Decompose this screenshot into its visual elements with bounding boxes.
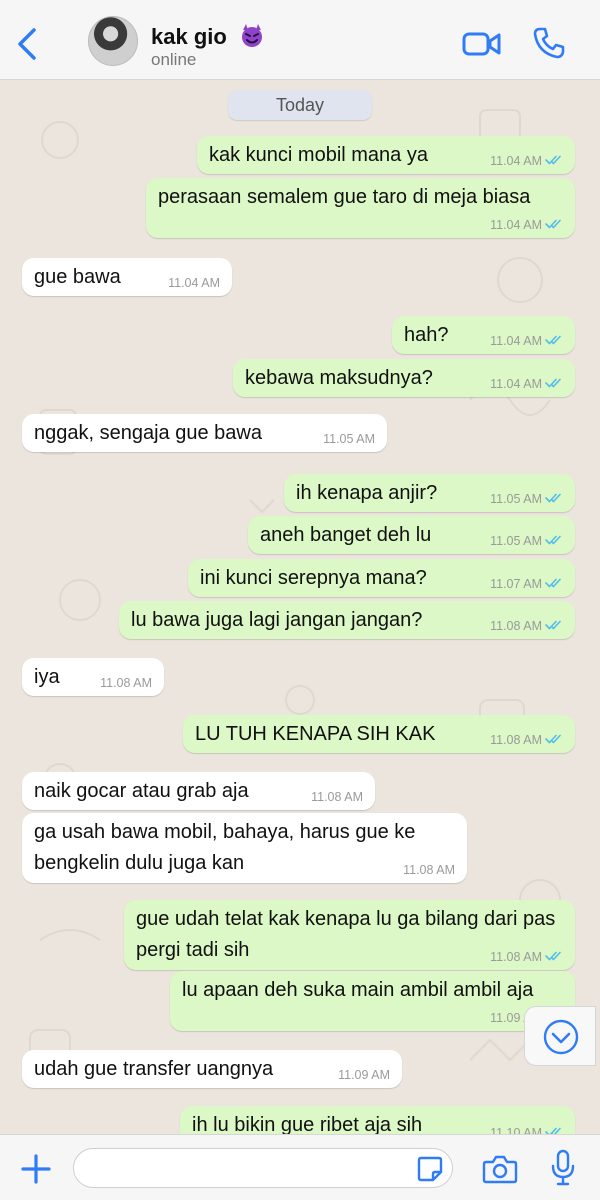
- message-meta: 11.08 AM: [490, 733, 563, 747]
- double-check-icon: [545, 493, 561, 503]
- message-list[interactable]: Today kak kunci mobil mana ya 11.04 AM per…: [0, 80, 600, 1134]
- video-call-icon[interactable]: [462, 30, 502, 58]
- message-time: 11.04 AM: [168, 276, 220, 290]
- message-time: 11.08 AM: [490, 733, 542, 747]
- outgoing-message[interactable]: LU TUH KENAPA SIH KAK 11.08 AM: [183, 715, 575, 753]
- message-time: 11.10 AM: [490, 1126, 542, 1134]
- outgoing-message[interactable]: ih kenapa anjir? 11.05 AM: [284, 474, 575, 512]
- message-time: 11.08 AM: [403, 863, 455, 877]
- phone-icon[interactable]: [532, 26, 566, 60]
- date-separator: Today: [228, 90, 372, 120]
- double-check-icon: [545, 578, 561, 588]
- message-time: 11.04 AM: [490, 377, 542, 391]
- message-time: 11.04 AM: [490, 218, 542, 232]
- contact-name: kak gio: [151, 24, 227, 49]
- devil-emoji-icon: [241, 24, 262, 47]
- message-time: 11.04 AM: [490, 154, 542, 168]
- double-check-icon: [545, 734, 561, 744]
- message-meta: 11.04 AM: [168, 276, 220, 290]
- message-time: 11.05 AM: [490, 534, 542, 548]
- outgoing-message[interactable]: aneh banget deh lu 11.05 AM: [248, 516, 575, 554]
- outgoing-message[interactable]: lu apaan deh suka main ambil ambil aja 11…: [170, 971, 575, 1031]
- message-text: perasaan semalem gue taro di meja biasa: [158, 186, 531, 208]
- outgoing-message[interactable]: kebawa maksudnya? 11.04 AM: [233, 359, 575, 397]
- message-text: kak kunci mobil mana ya: [209, 144, 428, 166]
- message-text: iya: [34, 666, 60, 688]
- message-time: 11.05 AM: [323, 432, 375, 446]
- message-text: LU TUH KENAPA SIH KAK: [195, 723, 436, 745]
- outgoing-message[interactable]: perasaan semalem gue taro di meja biasa 1…: [146, 178, 575, 238]
- message-text: lu apaan deh suka main ambil ambil aja: [182, 979, 534, 1001]
- message-text: ih lu bikin gue ribet aja sih: [192, 1114, 423, 1134]
- contact-name-row[interactable]: kak gio: [151, 22, 265, 50]
- plus-icon[interactable]: [20, 1153, 52, 1185]
- double-check-icon: [545, 1127, 561, 1134]
- back-chevron-icon[interactable]: [14, 26, 42, 62]
- message-text: ini kunci serepnya mana?: [200, 567, 427, 589]
- message-meta: 11.08 AM: [100, 676, 152, 690]
- message-meta: 11.04 AM: [490, 377, 563, 391]
- message-time: 11.09 AM: [338, 1068, 390, 1082]
- outgoing-message[interactable]: lu bawa juga lagi jangan jangan? 11.08 AM: [119, 601, 575, 639]
- double-check-icon: [545, 535, 561, 545]
- message-time: 11.08 AM: [490, 619, 542, 633]
- microphone-icon[interactable]: [550, 1149, 576, 1187]
- chat-header: kak gio online: [0, 0, 600, 80]
- presence-status: online: [151, 50, 197, 69]
- message-time: 11.04 AM: [490, 334, 542, 348]
- message-meta: 11.08 AM: [403, 863, 455, 877]
- incoming-message[interactable]: gue bawa 11.04 AM: [22, 258, 232, 296]
- incoming-message[interactable]: udah gue transfer uangnya 11.09 AM: [22, 1050, 402, 1088]
- message-time: 11.07 AM: [490, 577, 542, 591]
- message-text: lu bawa juga lagi jangan jangan?: [131, 609, 423, 631]
- chevron-down-icon: [543, 1019, 579, 1055]
- avatar[interactable]: [88, 16, 138, 66]
- incoming-message[interactable]: iya 11.08 AM: [22, 658, 164, 696]
- message-meta: 11.09 AM: [338, 1068, 390, 1082]
- message-meta: 11.04 AM: [490, 218, 563, 232]
- message-meta: 11.08 AM: [490, 950, 563, 964]
- double-check-icon: [545, 155, 561, 165]
- message-time: 11.08 AM: [490, 950, 542, 964]
- message-text: ga usah bawa mobil, bahaya, harus gue ke…: [34, 821, 416, 874]
- incoming-message[interactable]: naik gocar atau grab aja 11.08 AM: [22, 772, 375, 810]
- message-text: ih kenapa anjir?: [296, 482, 438, 504]
- outgoing-message[interactable]: hah? 11.04 AM: [392, 316, 575, 354]
- message-text: aneh banget deh lu: [260, 524, 432, 546]
- message-meta: 11.10 AM: [490, 1126, 563, 1134]
- message-meta: 11.07 AM: [490, 577, 563, 591]
- sticker-icon[interactable]: [416, 1155, 444, 1183]
- outgoing-message[interactable]: ini kunci serepnya mana? 11.07 AM: [188, 559, 575, 597]
- message-meta: 11.08 AM: [490, 619, 563, 633]
- camera-icon[interactable]: [482, 1153, 518, 1185]
- message-meta: 11.04 AM: [490, 334, 563, 348]
- double-check-icon: [545, 620, 561, 630]
- outgoing-message[interactable]: ih lu bikin gue ribet aja sih 11.10 AM: [180, 1106, 575, 1134]
- message-meta: 11.08 AM: [311, 790, 363, 804]
- message-time: 11.08 AM: [100, 676, 152, 690]
- double-check-icon: [545, 951, 561, 961]
- message-time: 11.05 AM: [490, 492, 542, 506]
- incoming-message[interactable]: ga usah bawa mobil, bahaya, harus gue ke…: [22, 813, 467, 883]
- message-input[interactable]: [73, 1148, 453, 1188]
- composer-bar: [0, 1134, 600, 1200]
- message-text: hah?: [404, 324, 449, 346]
- message-meta: 11.05 AM: [490, 534, 563, 548]
- message-time: 11.08 AM: [311, 790, 363, 804]
- double-check-icon: [545, 378, 561, 388]
- double-check-icon: [545, 335, 561, 345]
- double-check-icon: [545, 219, 561, 229]
- message-text: gue bawa: [34, 266, 121, 288]
- message-text: kebawa maksudnya?: [245, 367, 433, 389]
- message-text: nggak, sengaja gue bawa: [34, 422, 262, 444]
- scroll-to-bottom-button[interactable]: [524, 1006, 596, 1066]
- message-text: naik gocar atau grab aja: [34, 780, 249, 802]
- message-meta: 11.05 AM: [323, 432, 375, 446]
- message-meta: 11.04 AM: [490, 154, 563, 168]
- outgoing-message[interactable]: kak kunci mobil mana ya 11.04 AM: [197, 136, 575, 174]
- message-meta: 11.05 AM: [490, 492, 563, 506]
- message-text: udah gue transfer uangnya: [34, 1058, 274, 1080]
- incoming-message[interactable]: nggak, sengaja gue bawa 11.05 AM: [22, 414, 387, 452]
- outgoing-message[interactable]: gue udah telat kak kenapa lu ga bilang d…: [124, 900, 575, 970]
